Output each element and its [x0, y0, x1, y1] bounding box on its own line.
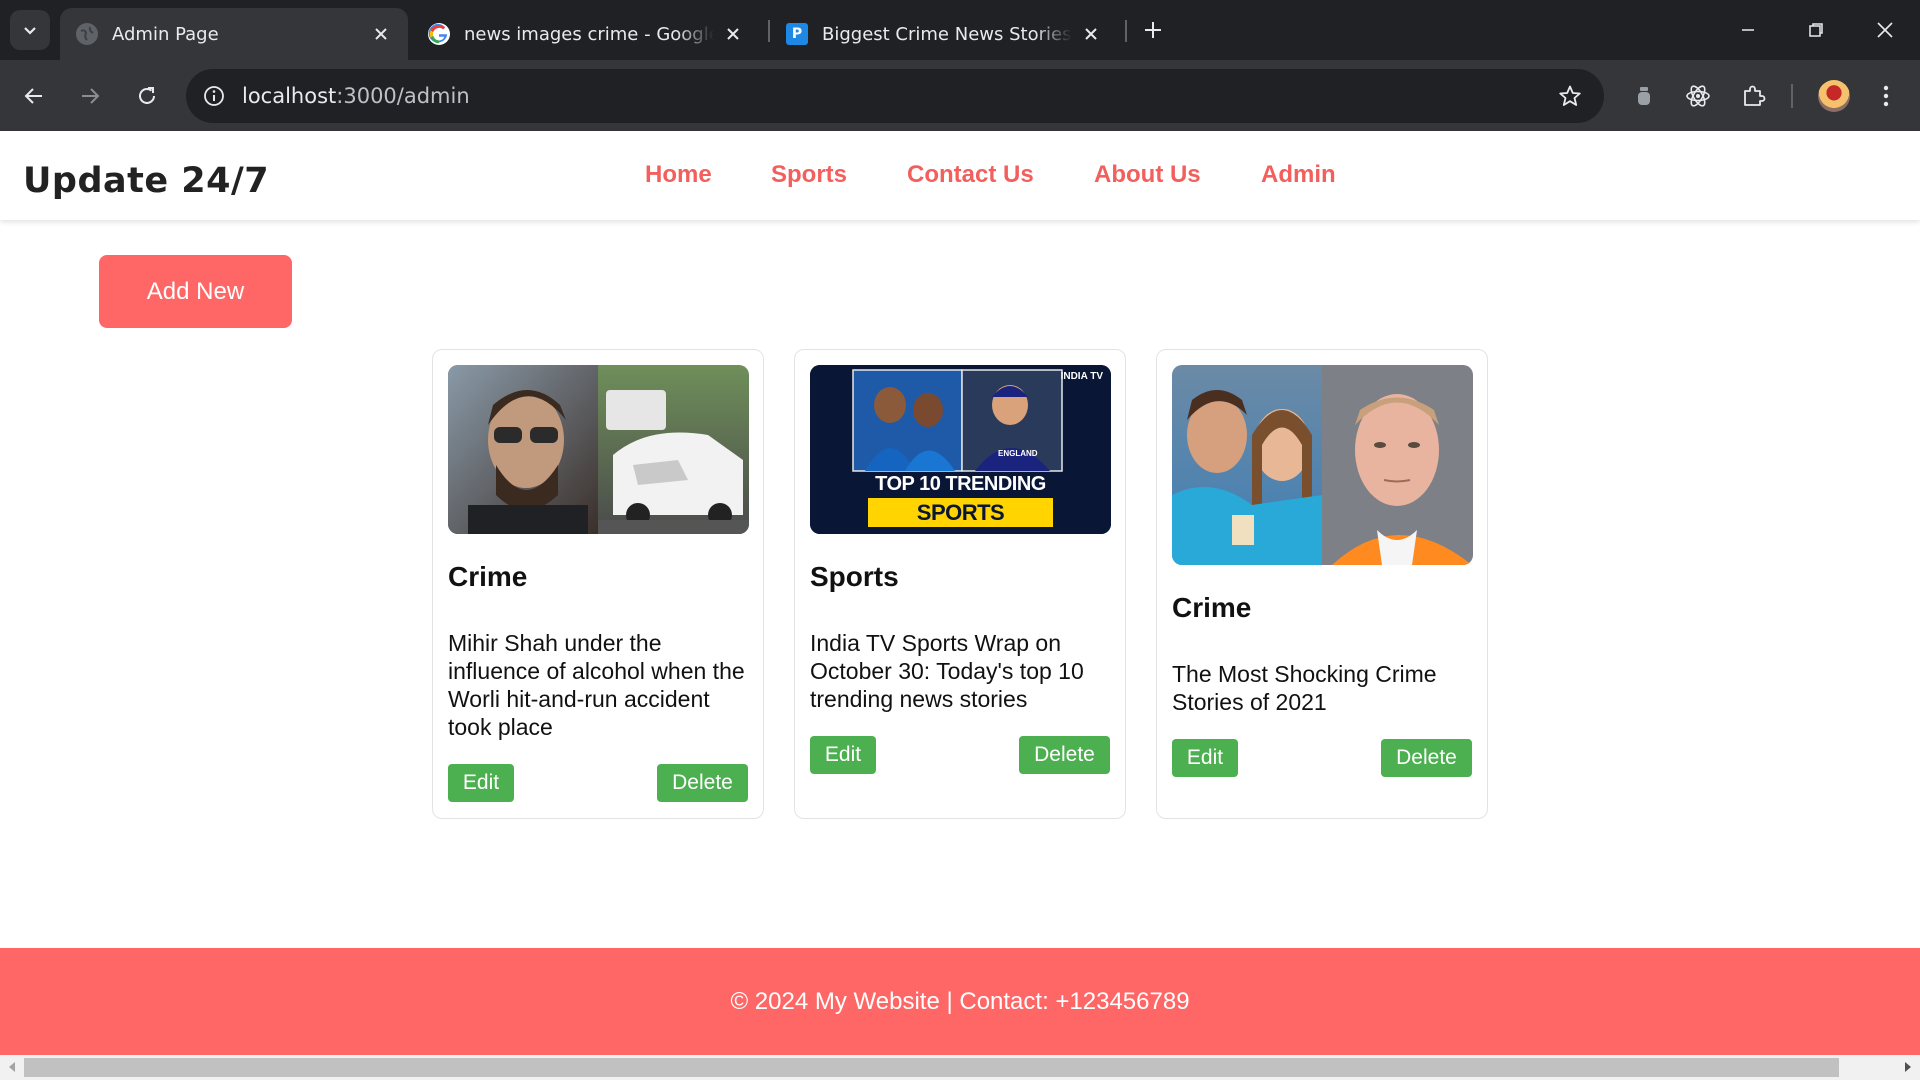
more-menu-icon[interactable] [1868, 78, 1904, 114]
scroll-left-icon[interactable] [4, 1059, 20, 1075]
tab-crime-news[interactable]: P Biggest Crime News Stories of 2021 [770, 8, 1118, 60]
url-host: localhost [242, 84, 337, 108]
tab-search-button[interactable] [10, 10, 50, 50]
chevron-down-icon [24, 27, 36, 35]
close-window-button[interactable] [1860, 8, 1910, 52]
image-headline-line1: TOP 10 TRENDING [875, 473, 1046, 495]
address-bar[interactable]: localhost:3000/admin [186, 69, 1604, 123]
tab-title: Biggest Crime News Stories of 2021 [822, 23, 1072, 45]
minimize-icon [1742, 29, 1754, 31]
extension-icon[interactable] [1626, 78, 1662, 114]
site-info-icon[interactable] [200, 82, 228, 110]
card-category: Sports [810, 561, 899, 592]
url-text[interactable]: localhost:3000/admin [242, 84, 470, 108]
close-tab-icon[interactable] [370, 23, 392, 45]
tab-divider [1125, 20, 1127, 42]
close-icon [1877, 22, 1893, 38]
arrow-left-icon [24, 88, 42, 104]
nav-home[interactable]: Home [645, 161, 712, 189]
nav-about-us[interactable]: About Us [1094, 161, 1201, 189]
restore-button[interactable] [1791, 8, 1841, 52]
card-description: Mihir Shah under the influence of alcoho… [448, 630, 745, 740]
new-tab-button[interactable] [1138, 15, 1168, 45]
globe-icon [76, 23, 98, 45]
bookmark-star-icon[interactable] [1556, 82, 1584, 110]
close-tab-icon[interactable] [1080, 23, 1102, 45]
nav-sports[interactable]: Sports [771, 161, 847, 189]
horizontal-scrollbar[interactable] [0, 1055, 1920, 1080]
tab-google-search[interactable]: news images crime - Google Search [412, 8, 760, 60]
image-jersey-text: ENGLAND [998, 449, 1038, 458]
site-footer: © 2024 My Website | Contact: +123456789 [0, 948, 1920, 1055]
toolbar-divider [1791, 84, 1793, 108]
card-description: India TV Sports Wrap on October 30: Toda… [810, 630, 1084, 712]
news-card: Crime The Most Shocking Crime Stories of… [1156, 349, 1488, 819]
delete-button[interactable]: Delete [657, 764, 748, 802]
card-category: Crime [448, 561, 528, 592]
react-devtools-icon[interactable] [1680, 78, 1716, 114]
forward-button[interactable] [70, 76, 110, 116]
profile-avatar[interactable] [1818, 80, 1850, 112]
extensions-puzzle-icon[interactable] [1735, 78, 1771, 114]
footer-text: © 2024 My Website | Contact: +123456789 [730, 987, 1190, 1015]
scrollbar-thumb[interactable] [24, 1058, 1839, 1077]
news-image-crime [1172, 365, 1473, 565]
reload-icon [139, 87, 155, 104]
site-header: Update 24/7 Home Sports Contact Us About… [0, 131, 1920, 220]
card-description: The Most Shocking Crime Stories of 2021 [1172, 661, 1437, 715]
delete-button[interactable]: Delete [1019, 736, 1110, 774]
plus-icon [1145, 22, 1161, 38]
restore-icon [1809, 23, 1823, 37]
card-category: Crime [1172, 592, 1252, 623]
p-icon: P [786, 23, 808, 45]
reload-button[interactable] [127, 76, 167, 116]
tab-title: Admin Page [112, 23, 219, 45]
nav-admin[interactable]: Admin [1261, 161, 1336, 189]
image-brand-text: INDIA TV [1060, 371, 1103, 382]
edit-button[interactable]: Edit [1172, 739, 1238, 777]
edit-button[interactable]: Edit [448, 764, 514, 802]
news-image-sports: INDIA TV ENGLAND TOP 10 TRENDING SPORTS … [810, 365, 1111, 534]
image-headline-line2: SPORTS STORIES [914, 500, 1007, 534]
image-headline-banner: SPORTS STORIES [868, 498, 1053, 534]
browser-tab-bar: Admin Page news images crime - Google Se… [0, 0, 1920, 60]
delete-button[interactable]: Delete [1381, 739, 1472, 777]
news-card: Crime Mihir Shah under the influence of … [432, 349, 764, 819]
scroll-right-icon[interactable] [1900, 1059, 1916, 1075]
back-button[interactable] [14, 76, 54, 116]
news-card: INDIA TV ENGLAND TOP 10 TRENDING SPORTS … [794, 349, 1126, 819]
tab-title: news images crime - Google Search [464, 23, 714, 45]
tab-admin-page[interactable]: Admin Page [60, 8, 408, 60]
url-path: :3000/admin [336, 84, 470, 108]
close-tab-icon[interactable] [722, 23, 744, 45]
nav-contact-us[interactable]: Contact Us [907, 161, 1034, 189]
edit-button[interactable]: Edit [810, 736, 876, 774]
google-icon [428, 23, 450, 45]
news-image-crime [448, 365, 749, 534]
browser-toolbar: localhost:3000/admin [0, 60, 1920, 131]
bottle-icon [1638, 87, 1650, 105]
minimize-button[interactable] [1723, 8, 1773, 52]
add-new-button[interactable]: Add New [99, 255, 292, 328]
arrow-right-icon [82, 88, 100, 104]
site-logo[interactable]: Update 24/7 [23, 161, 269, 201]
